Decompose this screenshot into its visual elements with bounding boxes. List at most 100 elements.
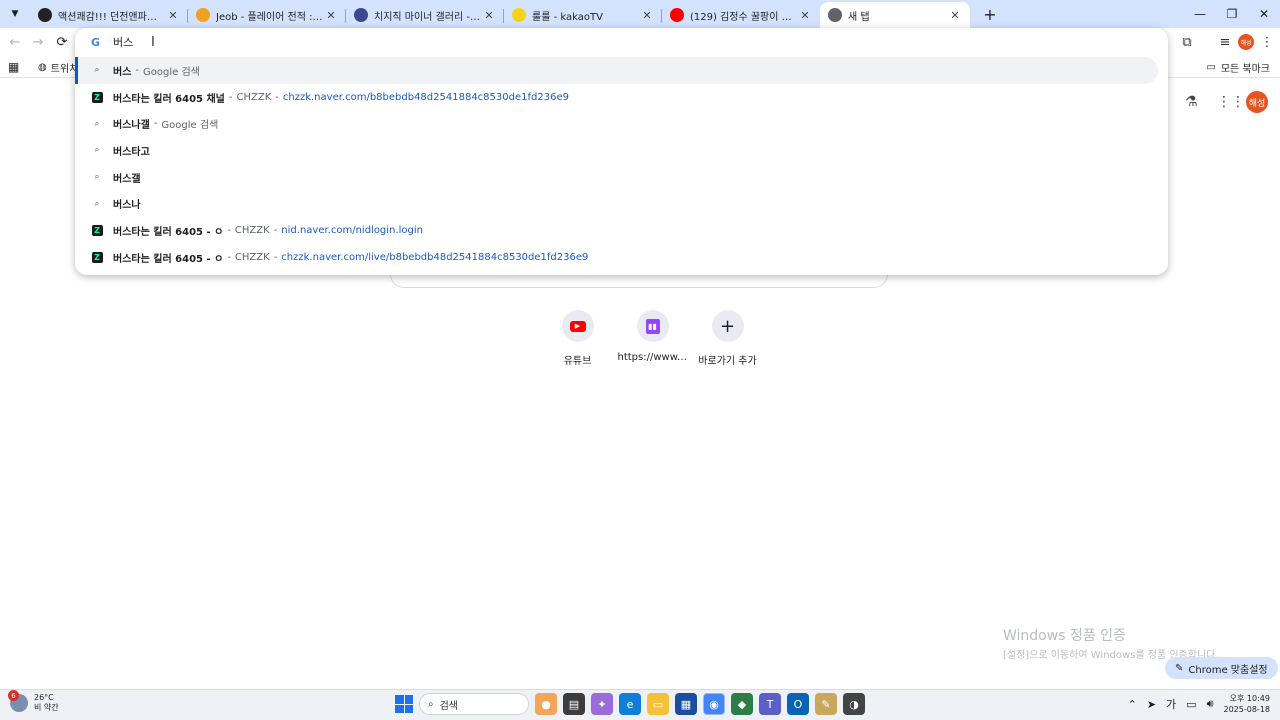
tab-4[interactable]: (129) 김정수 꿀팡이 시즌말 - YouTube✕ — [662, 2, 820, 28]
kakaotv-icon — [512, 8, 526, 22]
game-app-icon[interactable]: ◑ — [843, 693, 865, 715]
tab-title: 치지직 마이너 갤러리 - 커뮤니티 — [374, 11, 482, 23]
close-tab-icon[interactable]: ✕ — [166, 9, 180, 22]
new-tab-button[interactable]: + — [978, 2, 1002, 26]
chrome-taskbar-icon[interactable]: ◉ — [703, 693, 725, 715]
arrow-right-icon: → — [32, 34, 44, 50]
app-icon[interactable]: ◆ — [731, 693, 753, 715]
close-tab-icon[interactable]: ✕ — [948, 9, 962, 22]
chzzk-favicon-icon: Z — [91, 91, 103, 103]
suggestion-text: 버스 — [113, 66, 132, 78]
outlook-icon[interactable]: O — [787, 693, 809, 715]
all-bookmarks-button[interactable]: ▭ 모든 북마크 — [1206, 60, 1270, 75]
suggestion-item[interactable]: ⌕ 버스갤 — [75, 164, 1168, 191]
suggestion-item[interactable]: ⌕ 버스나 — [75, 190, 1168, 217]
separator: - — [273, 251, 278, 263]
taskbar-search[interactable]: ⌕ 검색 — [419, 693, 529, 715]
store-icon[interactable]: ▦ — [675, 693, 697, 715]
suggestion-text: 버스타고 — [113, 146, 150, 158]
windows-activation-watermark: Windows 정품 인증 [설정]으로 이동하여 Windows를 정품 인증… — [1003, 625, 1219, 661]
favicon-slot: Z — [91, 224, 103, 236]
more-vert-icon: ⋮ — [1260, 34, 1274, 50]
suggestion-url: nid.naver.com/nidlogin.login — [281, 224, 423, 236]
maximize-button[interactable]: ❐ — [1216, 0, 1248, 28]
chevron-up-icon[interactable]: ⌃ — [1128, 698, 1137, 711]
close-tab-icon[interactable]: ✕ — [324, 9, 338, 22]
forward-button[interactable]: → — [28, 32, 48, 52]
ime-indicator[interactable]: 가 — [1166, 696, 1176, 712]
suggestion-item[interactable]: Z 버스타는 킬러 6405 - ㅇ - CHZZK - chzzk.naver.com/… — [75, 244, 1168, 271]
tab-0[interactable]: 액션쾌감!!! 던전앤파이터! ✕ — [30, 2, 188, 28]
suggestion-description: CHZZK — [234, 224, 270, 236]
clock-time: 오후 10:49 — [1229, 694, 1270, 703]
bookmark-item[interactable]: ◍ 트위치 — [38, 60, 78, 75]
tab-title: (129) 김정수 꿀팡이 시즌말 - YouTube — [690, 11, 798, 23]
address-input[interactable]: 버스 — [113, 34, 133, 50]
tab-1[interactable]: Jeob - 플레이어 전적 :: 이터널✕ — [188, 2, 346, 28]
extensions-button[interactable]: ⧉ — [1174, 32, 1200, 52]
all-bookmarks-label: 모든 북마크 — [1220, 64, 1270, 75]
suggestion-item[interactable]: Z 버스타는 킬러 6405 - ㅇ - CHZZK - nid.naver.com/ni… — [75, 217, 1168, 244]
tab-2[interactable]: 치지직 마이너 갤러리 - 커뮤니티✕ — [346, 2, 504, 28]
labs-flask-icon[interactable]: ⚗ — [1185, 94, 1198, 110]
search-icon: ⌕ — [94, 145, 100, 156]
weather-widget[interactable]: 6 26°C 비 약간 — [8, 690, 59, 713]
start-button[interactable] — [395, 695, 413, 713]
teams-icon[interactable]: T — [759, 693, 781, 715]
chzzk-favicon-icon: Z — [91, 224, 103, 236]
close-tab-icon[interactable]: ✕ — [482, 9, 496, 22]
edge-icon[interactable]: e — [619, 693, 641, 715]
shortcut-tile[interactable]: + 바로가기 추가 — [690, 310, 765, 367]
weather-badge: 6 — [8, 690, 19, 701]
media-icon: ≡ — [1219, 34, 1231, 50]
taskbar: 6 26°C 비 약간 ⌕ 검색 ● ▤ ✦ e ▭ ▦ ◉ ◆ T O ✎ ◑… — [0, 689, 1280, 720]
profile-button[interactable]: 해성 — [1238, 34, 1254, 50]
chzzk-favicon-icon: Z — [91, 251, 103, 263]
search-icon: ⌕ — [94, 65, 100, 76]
close-window-button[interactable]: ✕ — [1248, 0, 1280, 28]
chrome-icon — [828, 8, 842, 22]
tab-3[interactable]: 룰룰 - kakaoTV ✕ — [504, 2, 662, 28]
media-controls-button[interactable]: ≡ — [1212, 32, 1238, 52]
widgets-app-icon[interactable]: ● — [535, 693, 557, 715]
close-tab-icon[interactable]: ✕ — [798, 9, 812, 22]
tab-search-button[interactable]: ▼ — [4, 3, 26, 25]
chrome-menu-button[interactable]: ⋮ — [1254, 32, 1280, 52]
taskbar-center: ⌕ 검색 ● ▤ ✦ e ▭ ▦ ◉ ◆ T O ✎ ◑ — [395, 693, 865, 715]
send-icon[interactable]: ➤ — [1147, 698, 1156, 711]
suggestion-text: 버스타는 킬러 6405 - ㅇ — [113, 226, 224, 238]
dnf-icon — [38, 8, 52, 22]
back-button[interactable]: ← — [5, 32, 25, 52]
tab-title: 룰룰 - kakaoTV — [532, 11, 603, 23]
volume-icon[interactable]: 🔊︎ — [1207, 697, 1214, 711]
suggestion-text: 버스나 — [113, 200, 141, 212]
file-explorer-icon[interactable]: ▭ — [647, 693, 669, 715]
reload-button[interactable]: ⟳ — [52, 32, 72, 52]
address-bar[interactable]: G 버스 — [75, 28, 1168, 56]
monitor-icon[interactable]: ▭ — [1186, 698, 1196, 711]
search-icon: ⌕ — [94, 172, 100, 183]
close-tab-icon[interactable]: ✕ — [640, 9, 654, 22]
google-g-icon: G — [91, 35, 101, 49]
suggestion-item[interactable]: ⌕ 버스나갤 - Google 검색 — [75, 110, 1168, 137]
shortcut-tile[interactable]: ▶ 유튜브 — [540, 310, 615, 367]
suggestion-item[interactable]: ⌕ 버스타고 — [75, 137, 1168, 164]
search-icon: ⌕ — [428, 698, 434, 710]
task-view-icon[interactable]: ▤ — [563, 693, 585, 715]
separator: - — [275, 91, 279, 103]
toolbar-actions: ⧉ ≡ 해성 ⋮ — [1174, 32, 1280, 52]
clock[interactable]: 오후 10:49 2025-08-18 — [1224, 693, 1271, 715]
tab-5[interactable]: 새 탭 ✕ — [820, 2, 970, 28]
suggestion-item[interactable]: Z 버스타는 킬러 6405 채널 - CHZZK - chzzk.naver.com/b… — [75, 84, 1168, 111]
copilot-icon[interactable]: ✦ — [591, 693, 613, 715]
apps-grid-icon[interactable]: ▦ — [8, 60, 19, 74]
puzzle-icon: ⧉ — [1182, 34, 1192, 50]
customize-chrome-button[interactable]: ✎ Chrome 맞춤설정 — [1165, 657, 1278, 679]
taskbar-search-label: 검색 — [439, 700, 459, 712]
suggestion-item[interactable]: ⌕ 버스 - Google 검색 — [75, 57, 1158, 84]
suggestion-description: Google 검색 — [143, 66, 200, 78]
minimize-button[interactable]: — — [1184, 0, 1216, 28]
shortcut-tile[interactable]: ▮▮ https://www.t... — [615, 310, 690, 367]
avatar[interactable]: 해성 — [1246, 91, 1268, 113]
notepad-icon[interactable]: ✎ — [815, 693, 837, 715]
